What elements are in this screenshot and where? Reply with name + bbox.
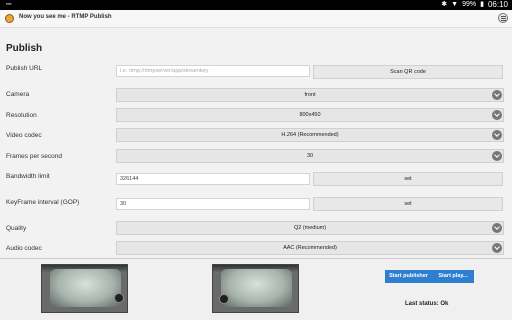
publish-url-input[interactable]: i.e. rtmp://rtmpserver/app/streamkey bbox=[116, 65, 310, 77]
video-codec-select[interactable]: H.264 (Recommended) bbox=[116, 128, 504, 142]
fps-value: 30 bbox=[306, 153, 314, 159]
app-bar: Now you see me - RTMP Publish bbox=[0, 10, 512, 28]
camera-preview bbox=[41, 264, 128, 313]
chevron-down-icon[interactable] bbox=[492, 223, 502, 233]
camera-label: Camera bbox=[6, 91, 30, 98]
quality-value: Q2 (medium) bbox=[293, 225, 327, 231]
wifi-icon: ▼ bbox=[451, 1, 459, 8]
resolution-value: 800x450 bbox=[299, 112, 321, 118]
audio-codec-value: AAC (Recommended) bbox=[283, 245, 337, 251]
bandwidth-label: Bandwidth limit bbox=[6, 173, 50, 180]
chevron-down-icon[interactable] bbox=[492, 243, 502, 253]
system-status-bar: ⎓ ✱ ▼ 99% ▮ 06:10 bbox=[0, 0, 512, 10]
camera-image bbox=[219, 294, 229, 304]
bandwidth-set-button[interactable]: set bbox=[313, 172, 503, 186]
fps-label: Frames per second bbox=[6, 153, 62, 160]
playback-preview bbox=[212, 264, 299, 313]
chevron-down-icon[interactable] bbox=[492, 90, 502, 100]
audio-codec-select[interactable]: AAC (Recommended) bbox=[116, 241, 504, 255]
keyframe-input[interactable]: 30 bbox=[116, 198, 310, 210]
scan-qr-button[interactable]: Scan QR code bbox=[313, 65, 503, 79]
publish-settings-form: Publish Publish URL i.e. rtmp://rtmpserv… bbox=[0, 29, 512, 258]
quality-select[interactable]: Q2 (medium) bbox=[116, 221, 504, 235]
resolution-label: Resolution bbox=[6, 112, 37, 119]
video-codec-label: Video codec bbox=[6, 132, 42, 139]
usb-icon: ⎓ bbox=[6, 1, 12, 8]
quality-label: Quality bbox=[6, 225, 27, 232]
start-publisher-button[interactable]: Start publisher bbox=[385, 270, 432, 283]
overflow-menu-icon[interactable] bbox=[498, 13, 508, 23]
battery-icon: ▮ bbox=[480, 1, 484, 8]
audio-codec-label: Audio codec bbox=[6, 245, 42, 252]
preview-panel bbox=[0, 258, 512, 320]
video-codec-value: H.264 (Recommended) bbox=[281, 132, 339, 138]
camera-value: front bbox=[304, 92, 316, 98]
chevron-down-icon[interactable] bbox=[492, 151, 502, 161]
battery-percent: 99% bbox=[462, 1, 477, 8]
publish-url-label: Publish URL bbox=[6, 65, 43, 72]
app-title: Now you see me - RTMP Publish bbox=[19, 14, 112, 20]
status-icons: ✱ ▼ 99% ▮ 06:10 bbox=[441, 0, 508, 10]
clock: 06:10 bbox=[487, 0, 508, 9]
keyframe-set-button[interactable]: set bbox=[313, 197, 503, 211]
preview-wall bbox=[50, 269, 121, 307]
bandwidth-input[interactable]: 326144 bbox=[116, 173, 310, 185]
camera-select[interactable]: front bbox=[116, 88, 504, 102]
chevron-down-icon[interactable] bbox=[492, 130, 502, 140]
chevron-down-icon[interactable] bbox=[492, 110, 502, 120]
camera-image bbox=[114, 293, 124, 303]
app-logo-icon bbox=[5, 14, 14, 23]
page-title: Publish bbox=[6, 43, 43, 54]
preview-wall bbox=[221, 269, 292, 307]
bluetooth-icon: ✱ bbox=[441, 1, 448, 8]
fps-select[interactable]: 30 bbox=[116, 149, 504, 163]
resolution-select[interactable]: 800x450 bbox=[116, 108, 504, 122]
last-status: Last status: Ok bbox=[405, 301, 449, 307]
keyframe-label: KeyFrame interval (GOP) bbox=[6, 199, 80, 206]
start-play-button[interactable]: Start play... bbox=[432, 270, 474, 283]
